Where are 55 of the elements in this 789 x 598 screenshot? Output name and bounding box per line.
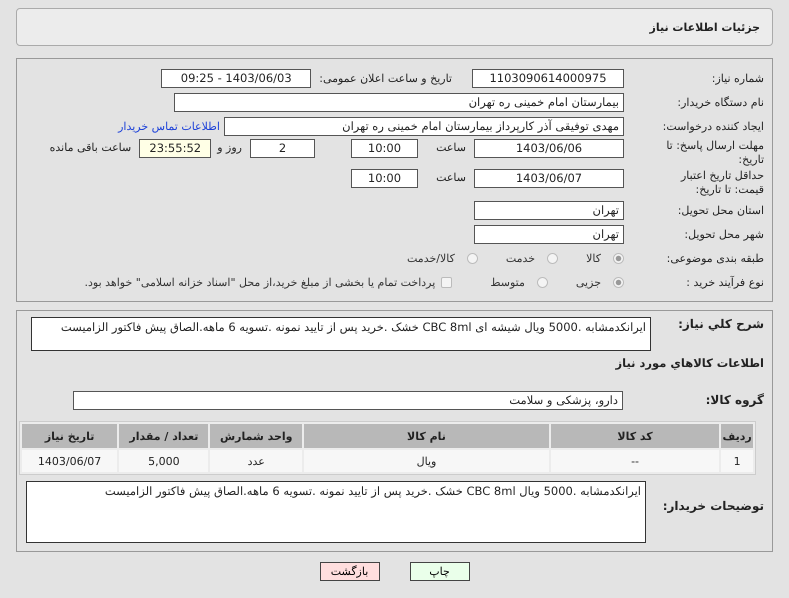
field-label: شرح کلي نياز: <box>677 317 764 331</box>
column-header: کد کالا <box>550 424 720 448</box>
deadline-time-field: 10:00 <box>351 139 418 158</box>
table-cell: 1403/06/07 <box>22 450 118 472</box>
time-label: ساعت <box>435 171 466 184</box>
column-header: تاریخ نیاز <box>22 424 118 448</box>
validity-date-field: 1403/06/07 <box>474 169 624 188</box>
table-cell: ویال <box>304 450 549 472</box>
buyer-org-field: بیمارستان امام خمینی ره تهران <box>174 92 624 112</box>
field-label: مهلت ارسال پاسخ: تا تاریخ: <box>665 139 764 167</box>
column-header: نام کالا <box>304 424 549 448</box>
table-cell: 1 <box>721 450 753 472</box>
treasury-checkbox[interactable]: پرداخت تمام یا بخشی از مبلغ خرید،از محل "اسناد خزانه اسلامی" خواهد بود. <box>84 276 452 288</box>
need-number-field: 1103090614000975 <box>472 68 624 88</box>
category-radio[interactable]: خدمت <box>506 252 558 264</box>
field-label: نوع فرآیند خرید : <box>685 276 764 288</box>
column-header: ردیف <box>721 424 753 448</box>
city-field: تهران <box>474 224 624 244</box>
field-label: نام دستگاه خریدار: <box>676 96 764 108</box>
requester-field: مهدی توفیقی آذر کارپرداز بیمارستان امام خمینی ره تهران <box>224 116 624 136</box>
field-label: طبقه بندی موضوعی: <box>666 252 764 264</box>
process-radio[interactable]: متوسط <box>490 276 548 288</box>
field-label: حداقل تاریخ اعتبار قیمت: تا تاریخ: <box>680 169 764 197</box>
column-header: واحد شمارش <box>210 424 302 448</box>
goods-group-field: دارو، پزشکی و سلامت <box>73 390 623 410</box>
time-label: ساعت <box>435 141 466 154</box>
remaining-label: ساعت باقی مانده <box>50 141 132 154</box>
buyer-contact-link[interactable]: اطلاعات تماس خریدار <box>118 120 220 132</box>
back-button[interactable]: بازگشت <box>320 562 380 581</box>
days-label: روز و <box>217 141 242 154</box>
table-cell: 5,000 <box>119 450 208 472</box>
category-radio[interactable]: کالا/خدمت <box>407 252 478 264</box>
field-label: تاریخ و ساعت اعلان عمومی: <box>319 72 452 84</box>
process-radio[interactable]: جزیی <box>576 276 624 288</box>
buyer-notes-textarea[interactable]: ایرانکدمشابه .5000 ویال CBC 8ml خشک .خرید پس از تایید نمونه .تسویه 6 ماهه.الصاق پیش فاکتور الزامیست <box>26 481 646 543</box>
print-button[interactable]: چاپ <box>410 562 470 581</box>
province-field: تهران <box>474 200 624 220</box>
validity-time-field: 10:00 <box>351 169 418 188</box>
deadline-date-field: 1403/06/06 <box>474 139 624 158</box>
page-title: جزئیات اطلاعات نیاز <box>650 20 760 34</box>
category-radio[interactable]: کالا <box>586 252 624 264</box>
field-label: شماره نیاز: <box>710 72 764 84</box>
field-label: شهر محل تحویل: <box>683 228 764 240</box>
field-label: توضیحات خریدار: <box>662 499 764 513</box>
field-label: استان محل تحویل: <box>676 204 764 216</box>
table-cell: عدد <box>210 450 302 472</box>
section-title: اطلاعات کالاهاي مورد نياز <box>616 356 764 370</box>
table-cell: -- <box>550 450 720 472</box>
remaining-time-field: 23:55:52 <box>139 139 212 158</box>
field-label: گروه کالا: <box>704 393 764 407</box>
days-field: 2 <box>250 139 315 158</box>
column-header: تعداد / مقدار <box>119 424 208 448</box>
announce-date-field: 1403/06/03 - 09:25 <box>161 68 312 88</box>
field-label: ایجاد کننده درخواست: <box>662 120 764 132</box>
description-textarea[interactable]: ایرانکدمشابه .5000 ویال شیشه ای CBC 8ml خشک .خرید پس از تایید نمونه .تسویه 6 ماهه.الصاق پیش فاکتور الزامیست <box>31 317 651 351</box>
